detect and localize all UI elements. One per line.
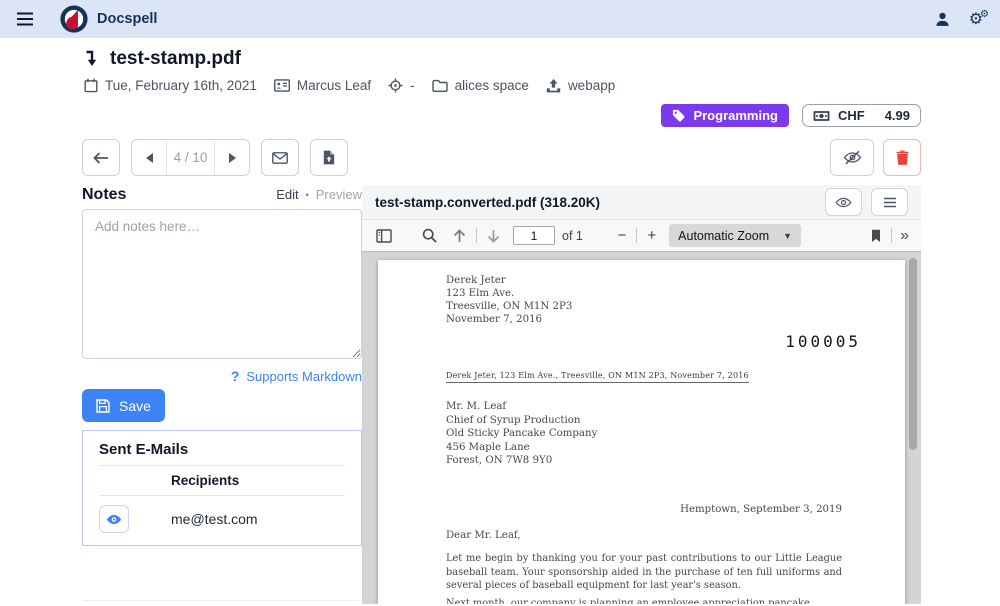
attachment-actions	[362, 139, 921, 176]
search-icon	[422, 228, 437, 243]
secondary-toolbar-toggle[interactable]: »	[898, 227, 911, 245]
zoom-level-select[interactable]: Automatic Zoom ▼	[669, 224, 801, 247]
tag-badge[interactable]: Programming	[661, 104, 789, 127]
notes-heading: Notes	[82, 186, 126, 204]
notes-preview-link[interactable]: Preview	[316, 187, 362, 202]
notes-edit-link[interactable]: Edit	[276, 187, 298, 202]
badge-row: Programming CHF 4.99	[64, 104, 921, 127]
question-mark-icon: ?	[231, 368, 240, 384]
chevron-down-icon: ▼	[783, 231, 792, 241]
trash-icon	[896, 150, 909, 165]
notes-link-separator: •	[306, 190, 309, 200]
letter-recipient-block: Mr. M. Leaf Chief of Syrup Production Ol…	[446, 400, 597, 468]
item-folder: alices space	[432, 78, 529, 93]
send-mail-button[interactable]	[261, 139, 299, 176]
notes-textarea[interactable]	[82, 209, 362, 359]
item-detail-page: test-stamp.pdf Tue, February 16th, 2021 …	[0, 38, 1000, 604]
item-correspondent: Marcus Leaf	[274, 78, 371, 93]
attachment-header: test-stamp.converted.pdf (318.20K)	[362, 185, 921, 220]
arrow-up-icon	[453, 229, 466, 243]
arrow-left-icon	[93, 151, 109, 165]
recipients-column-header: Recipients	[99, 466, 345, 496]
floppy-save-icon	[96, 399, 110, 413]
letter-paragraph: Let me begin by thanking you for your pa…	[446, 552, 842, 593]
settings-gears-icon[interactable]: ⚙⚙	[969, 9, 986, 29]
tag-icon	[672, 109, 685, 122]
menu-lines-icon	[883, 197, 897, 208]
bookmark-button[interactable]	[867, 229, 885, 243]
user-icon[interactable]	[934, 11, 951, 28]
bookmark-icon	[871, 229, 881, 243]
menu-toggle-button[interactable]	[14, 8, 36, 30]
page-number-input[interactable]	[513, 226, 555, 245]
id-card-icon	[274, 79, 290, 92]
folder-icon	[432, 79, 448, 92]
sent-emails-card: Sent E-Mails Recipients me@test.com	[82, 430, 362, 546]
save-notes-button[interactable]: Save	[82, 389, 165, 422]
pdf-viewer: test-stamp.converted.pdf (318.20K)	[362, 185, 921, 604]
item-metadata-row: Tue, February 16th, 2021 Marcus Leaf -	[84, 78, 921, 93]
attachment-filename: test-stamp.converted.pdf (318.20K)	[375, 195, 600, 210]
app-title: Docspell	[97, 11, 157, 27]
pdfjs-toolbar: of 1 − + Automatic Zoom ▼ »	[362, 220, 921, 252]
sidebar-toggle-button[interactable]	[372, 229, 396, 243]
calendar-icon	[84, 78, 98, 93]
search-button[interactable]	[418, 228, 441, 243]
left-panel: 4 / 10	[64, 139, 362, 604]
back-button[interactable]	[82, 139, 120, 176]
item-concerning: -	[388, 78, 415, 93]
zoom-in-button[interactable]: +	[643, 227, 660, 244]
item-date: Tue, February 16th, 2021	[84, 78, 257, 93]
zoom-out-button[interactable]: −	[614, 227, 631, 244]
item-pager: 4 / 10	[131, 139, 250, 176]
page-count-label: of 1	[562, 229, 583, 243]
docspell-logo-icon	[60, 5, 88, 33]
pdf-viewport[interactable]: Derek Jeter 123 Elm Ave. Treesville, ON …	[362, 252, 921, 604]
delete-item-button[interactable]	[883, 139, 921, 176]
eye-slash-icon	[843, 150, 862, 165]
page-up-button[interactable]	[449, 229, 470, 243]
next-item-button[interactable]	[215, 140, 249, 175]
letter-place-date: Hemptown, September 3, 2019	[446, 504, 842, 515]
sent-email-row: me@test.com	[99, 505, 345, 533]
envelope-icon	[272, 152, 288, 164]
markdown-hint-link[interactable]: ? Supports Markdown	[82, 368, 362, 384]
stamp-number: 100005	[785, 332, 861, 351]
amount-badge[interactable]: CHF 4.99	[802, 104, 921, 127]
hamburger-icon	[16, 11, 34, 27]
attachment-menu-button[interactable]	[871, 188, 908, 216]
file-upload-icon	[323, 150, 335, 165]
attachment-panel: test-stamp.converted.pdf (318.20K)	[362, 139, 921, 604]
crosshair-icon	[388, 78, 403, 93]
sidebar-toggle-icon	[376, 229, 392, 243]
letter-sender-block: Derek Jeter 123 Elm Ave. Treesville, ON …	[446, 274, 572, 326]
item-nav-toolbar: 4 / 10	[82, 139, 362, 176]
next-section-divider	[82, 600, 359, 601]
sent-emails-heading: Sent E-Mails	[99, 441, 345, 466]
upload-icon	[546, 79, 561, 93]
eye-outline-icon	[835, 197, 852, 208]
pdf-scrollbar-thumb[interactable]	[909, 258, 917, 450]
top-navbar: Docspell ⚙⚙	[0, 0, 1000, 38]
add-files-button[interactable]	[310, 139, 348, 176]
toggle-visibility-button[interactable]	[830, 139, 874, 176]
eye-icon	[106, 514, 122, 525]
item-source: webapp	[546, 78, 615, 93]
caret-right-icon	[229, 153, 236, 163]
letter-return-address-line: Derek Jeter, 123 Elm Ave., Treesville, O…	[446, 371, 749, 383]
prev-item-button[interactable]	[132, 140, 166, 175]
pager-position: 4 / 10	[166, 140, 215, 175]
arrow-down-icon	[487, 229, 500, 243]
caret-left-icon	[146, 153, 153, 163]
view-email-button[interactable]	[99, 505, 129, 533]
money-icon	[813, 110, 830, 122]
page-down-button[interactable]	[483, 229, 504, 243]
pdf-page: Derek Jeter 123 Elm Ave. Treesville, ON …	[378, 260, 905, 604]
item-download-icon	[84, 50, 99, 68]
letter-paragraph-clipped: Next month, our company is planning an e…	[446, 598, 842, 604]
preview-attachment-button[interactable]	[825, 188, 862, 216]
recipient-address: me@test.com	[171, 511, 258, 527]
letter-salutation: Dear Mr. Leaf,	[446, 530, 521, 541]
item-title: test-stamp.pdf	[110, 48, 241, 70]
